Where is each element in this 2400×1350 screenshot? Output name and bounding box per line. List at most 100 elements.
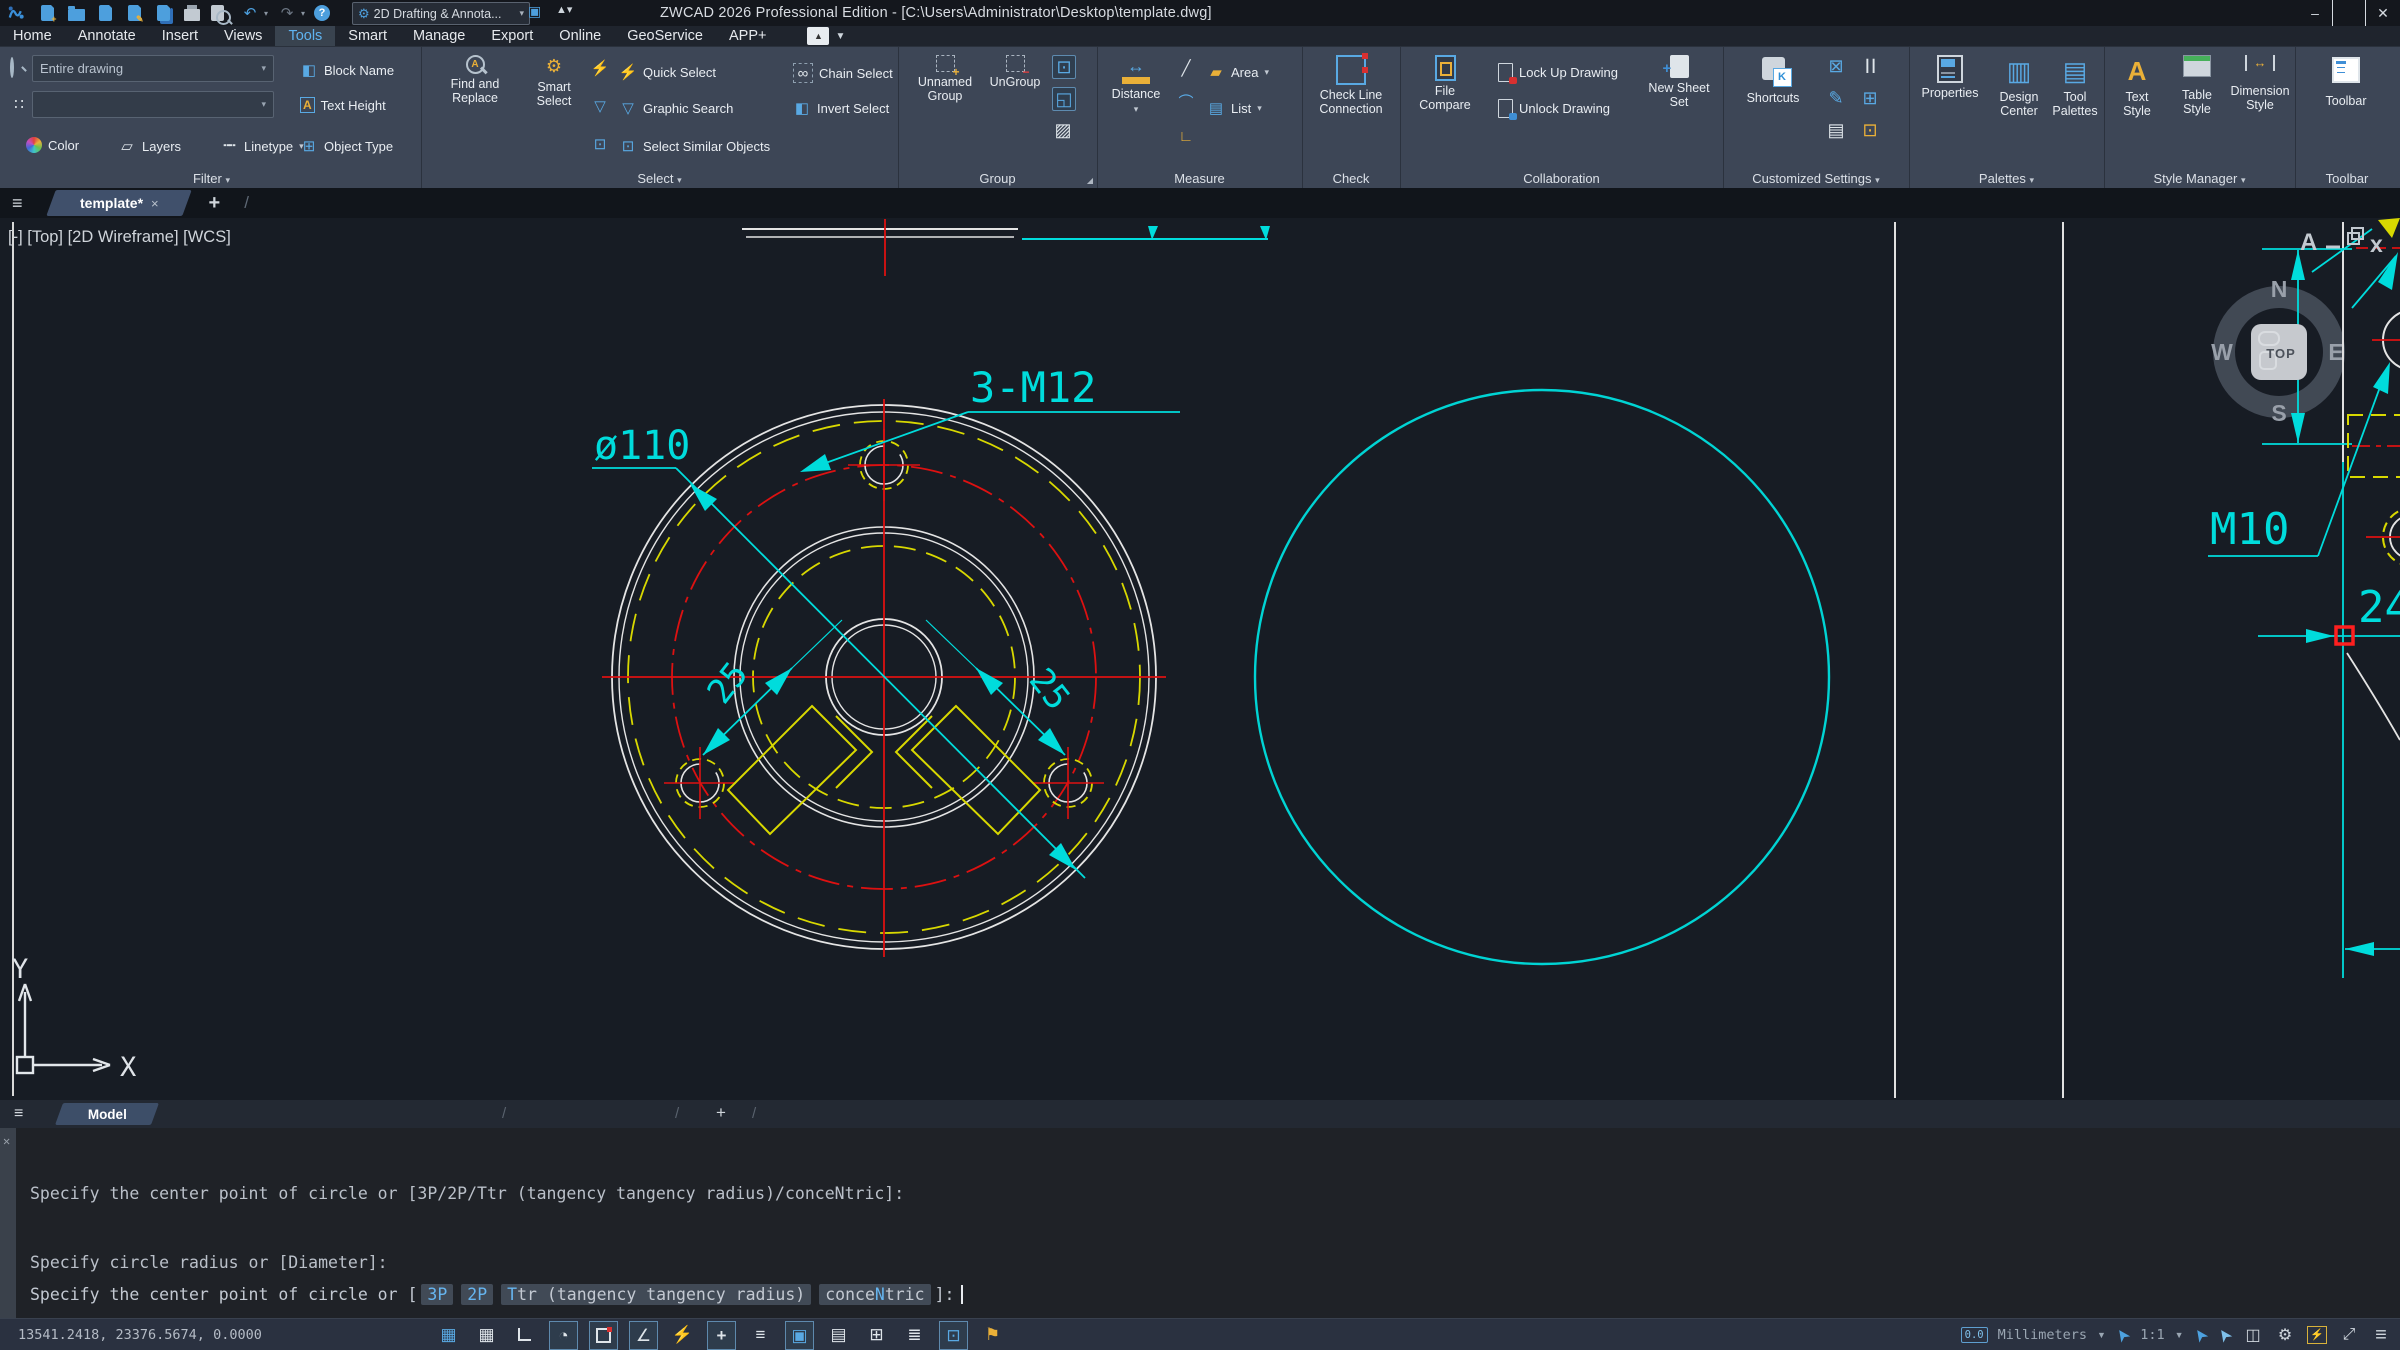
workspace-status-icon[interactable] — [979, 1321, 1006, 1348]
design-center-button[interactable]: Design Center — [1991, 55, 2047, 119]
doc-tab-close-icon[interactable]: × — [150, 196, 158, 211]
smart-select-button[interactable]: Smart Select — [523, 55, 585, 109]
panel-label-collaboration[interactable]: Collaboration — [1400, 171, 1723, 186]
panel-label-group[interactable]: Group — [898, 171, 1097, 186]
polar-tracking-toggle[interactable] — [549, 1321, 578, 1350]
area-button[interactable]: Area▾ — [1207, 63, 1269, 81]
menu-export[interactable]: Export — [478, 26, 546, 46]
filter-color-button[interactable]: Color — [26, 137, 79, 153]
maximize-button[interactable] — [2332, 0, 2366, 26]
filter-text-height-button[interactable]: A Text Height — [300, 97, 386, 113]
profile-list-icon[interactable] — [1825, 119, 1847, 141]
select-similar-button[interactable]: Select Similar Objects — [619, 137, 770, 155]
panel-label-measure[interactable]: Measure — [1097, 171, 1302, 186]
menu-insert[interactable]: Insert — [149, 26, 211, 46]
viewcube-top-label[interactable]: TOP — [2266, 346, 2296, 361]
graphic-search-button[interactable]: Graphic Search — [619, 99, 733, 117]
shortcuts-button[interactable]: K Shortcuts — [1733, 57, 1813, 105]
layout-tab-model[interactable]: Model — [55, 1103, 159, 1125]
annotation-scale-value[interactable]: 1:1 — [2140, 1327, 2164, 1343]
minimize-button[interactable]: – — [2298, 0, 2332, 26]
workspace-switch-icon[interactable]: ◫ — [2242, 1324, 2264, 1346]
new-file-button[interactable]: + — [37, 4, 57, 22]
prompt-option-ttr[interactable]: Ttr (tangency tangency radius) — [501, 1284, 811, 1305]
viewport-controls-label[interactable]: [-] [Top] [2D Wireframe] [WCS] — [8, 228, 231, 247]
quick-select-mini-icon[interactable] — [591, 59, 609, 77]
print-button[interactable] — [182, 4, 202, 22]
ungroup-button[interactable]: − UnGroup — [986, 55, 1044, 89]
select-similar-mini-icon[interactable] — [591, 135, 609, 153]
viewcube-north[interactable]: N — [2271, 276, 2288, 302]
settings-gear-icon[interactable] — [2274, 1324, 2296, 1346]
drawing-viewport[interactable]: ø110 3-M12 25 — [0, 218, 2400, 1100]
group-dialog-launcher-icon[interactable]: ◢ — [1087, 176, 1093, 185]
redo-button[interactable] — [277, 4, 297, 22]
hardware-acceleration-icon[interactable] — [2306, 1324, 2328, 1346]
doc-tab-template[interactable]: template* × — [46, 190, 191, 216]
units-label[interactable]: Millimeters — [1998, 1327, 2087, 1343]
find-replace-button[interactable]: A Find and Replace — [431, 55, 519, 106]
distance-button[interactable]: Distance ▾ — [1103, 55, 1169, 115]
filter-linetype-button[interactable]: Linetype▾ — [220, 137, 304, 155]
open-file-button[interactable] — [66, 4, 86, 22]
copy-button[interactable] — [153, 4, 173, 22]
new-doc-tab-button[interactable]: + — [209, 192, 221, 215]
annotation-visibility-icon[interactable]: ➤ — [2188, 1323, 2213, 1346]
table-style-button[interactable]: Table Style — [2168, 55, 2226, 117]
viewcube-east[interactable]: E — [2328, 339, 2343, 365]
panel-label-customized-settings[interactable]: Customized Settings ▾ — [1723, 171, 1909, 186]
command-panel[interactable]: ✕ Specify the center point of circle or … — [0, 1128, 2400, 1318]
auto-scale-icon[interactable]: ➤ — [2213, 1323, 2238, 1346]
command-prompt[interactable]: Specify the center point of circle or [ … — [30, 1284, 963, 1305]
toolbar-button[interactable]: Toolbar — [2313, 57, 2379, 108]
prompt-option-concentric[interactable]: conceNtric — [819, 1284, 930, 1305]
file-compare-button[interactable]: File Compare — [1408, 55, 1482, 113]
fullscreen-icon[interactable] — [2338, 1324, 2360, 1346]
filter-block-name-button[interactable]: Block Name — [300, 61, 394, 79]
menu-online[interactable]: Online — [546, 26, 614, 46]
unnamed-group-button[interactable]: + Unnamed Group — [912, 55, 978, 104]
filter-value-select[interactable]: ▾ — [32, 91, 274, 118]
ribbon-pin-button[interactable]: ▲ — [807, 27, 829, 45]
quick-select-button[interactable]: Quick Select — [619, 63, 716, 81]
pgp-editor-icon[interactable] — [1825, 87, 1847, 109]
viewcube-west[interactable]: W — [2211, 339, 2233, 365]
redo-dropdown-icon[interactable]: ▾ — [301, 9, 305, 18]
collapse-ribbon-icon[interactable]: ▲▾ — [556, 3, 572, 16]
dynamic-ucs-toggle[interactable] — [707, 1321, 736, 1350]
menu-geoservice[interactable]: GeoService — [614, 26, 716, 46]
angle-snap-toggle[interactable] — [629, 1321, 658, 1350]
panel-label-filter[interactable]: Filter ▾ — [2, 171, 421, 186]
list-button[interactable]: List▾ — [1207, 99, 1262, 117]
snap-mode-toggle[interactable] — [473, 1321, 500, 1348]
filter-layers-button[interactable]: Layers — [118, 137, 181, 155]
annotation-scale-cursor-icon[interactable]: ➤ — [2111, 1323, 2136, 1346]
menu-smart[interactable]: Smart — [335, 26, 400, 46]
status-menu-icon[interactable] — [2370, 1324, 2392, 1346]
ortho-toggle[interactable] — [511, 1321, 538, 1348]
preview-button[interactable] — [211, 4, 231, 22]
layout-tabs-menu-icon[interactable] — [14, 1106, 23, 1122]
dynamic-input-toggle[interactable] — [785, 1321, 814, 1350]
undo-button[interactable] — [240, 4, 260, 22]
properties-toggle[interactable] — [825, 1321, 852, 1348]
linetype-manager-icon[interactable] — [1859, 55, 1881, 77]
alias-editor-icon[interactable] — [1825, 55, 1847, 77]
graphic-search-mini-icon[interactable] — [591, 97, 609, 115]
prompt-option-3p[interactable]: 3P — [421, 1284, 453, 1305]
ribbon-pin-caret-icon[interactable]: ▼ — [835, 31, 845, 42]
doc-tabs-menu-icon[interactable] — [12, 194, 23, 212]
measure-axis-icon[interactable] — [1177, 127, 1195, 145]
transparency-toggle[interactable] — [901, 1321, 928, 1348]
tool-palettes-button[interactable]: Tool Palettes — [2049, 55, 2101, 119]
units-caret-icon[interactable]: ▼ — [2097, 1330, 2106, 1340]
linked-list-icon[interactable] — [1859, 119, 1881, 141]
filter-object-type-button[interactable]: Object Type — [300, 137, 393, 155]
check-line-connection-button[interactable]: Check Line Connection — [1307, 55, 1395, 117]
object-snap-toggle[interactable] — [589, 1321, 618, 1350]
invert-select-button[interactable]: Invert Select — [793, 99, 889, 117]
object-snap-tracking-toggle[interactable] — [669, 1321, 696, 1348]
panel-label-palettes[interactable]: Palettes ▾ — [1909, 171, 2104, 186]
unlock-drawing-button[interactable]: Unlock Drawing — [1498, 99, 1610, 118]
lock-up-drawing-button[interactable]: Lock Up Drawing — [1498, 63, 1618, 82]
